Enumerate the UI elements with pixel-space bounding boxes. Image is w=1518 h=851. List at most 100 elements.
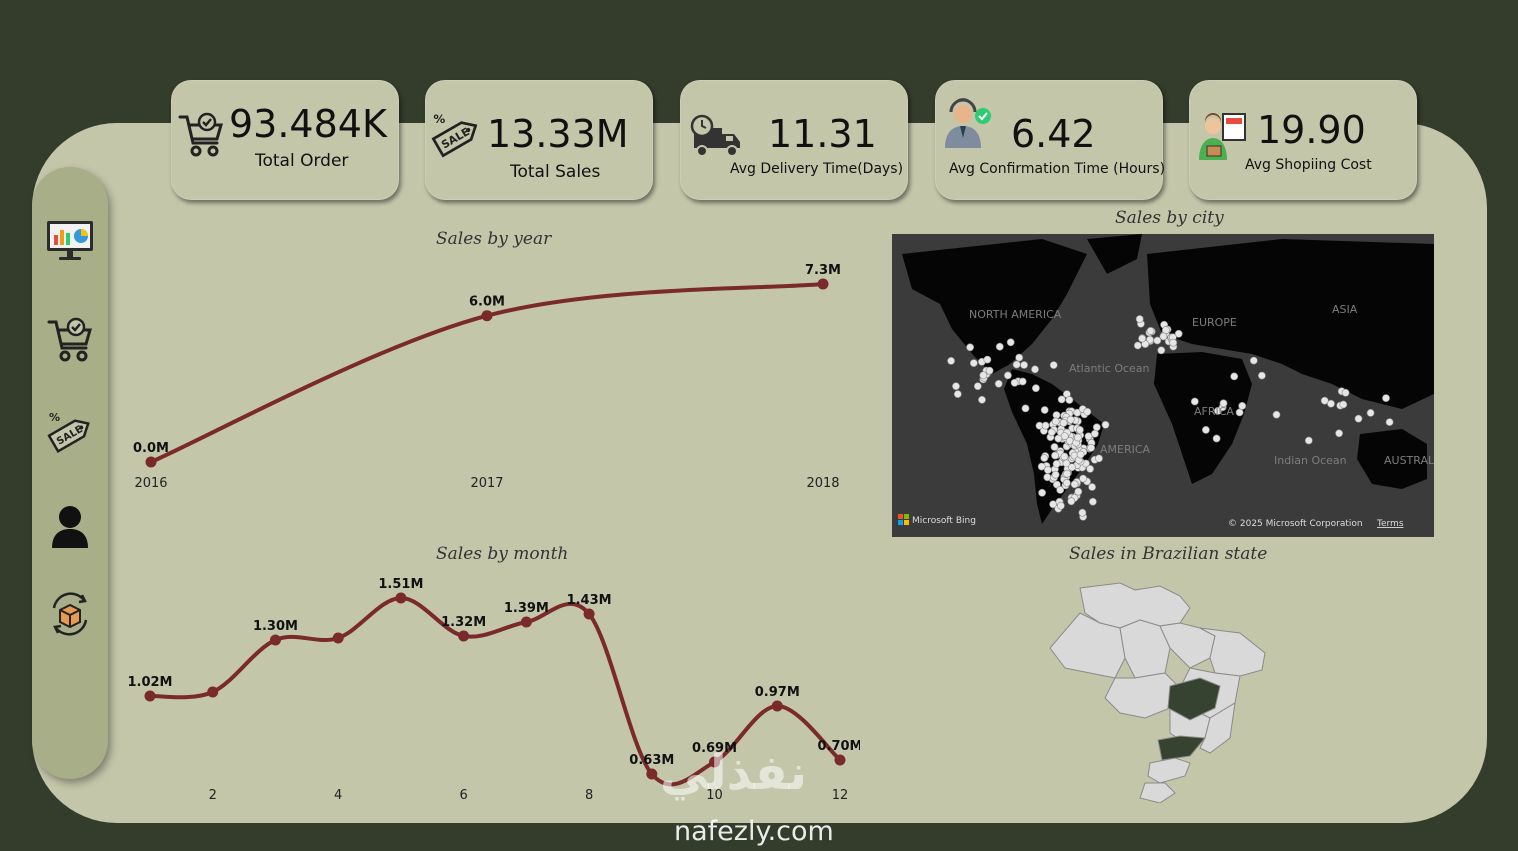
data-point[interactable] — [817, 278, 829, 290]
data-point[interactable] — [771, 700, 783, 712]
city-marker[interactable] — [1339, 400, 1348, 409]
data-point[interactable] — [144, 690, 156, 702]
sidebar-item-delivery[interactable] — [43, 588, 97, 640]
city-marker[interactable] — [1249, 356, 1258, 365]
city-marker[interactable] — [985, 366, 994, 375]
city-marker[interactable] — [1385, 418, 1394, 426]
city-marker[interactable] — [1088, 483, 1096, 491]
data-point[interactable] — [269, 634, 281, 646]
city-marker[interactable] — [1063, 469, 1071, 478]
city-marker[interactable] — [1212, 434, 1221, 443]
city-marker[interactable] — [1059, 418, 1068, 427]
city-marker[interactable] — [1087, 443, 1095, 452]
city-marker[interactable] — [1041, 421, 1050, 430]
city-marker[interactable] — [1040, 406, 1049, 414]
city-marker[interactable] — [1078, 508, 1087, 517]
city-marker[interactable] — [1086, 464, 1094, 473]
city-marker[interactable] — [1153, 336, 1162, 345]
city-marker[interactable] — [1060, 432, 1069, 440]
city-marker[interactable] — [1382, 394, 1390, 402]
city-marker[interactable] — [1031, 384, 1040, 393]
city-marker[interactable] — [1230, 372, 1239, 381]
city-marker[interactable] — [1062, 478, 1071, 487]
city-marker[interactable] — [1049, 361, 1058, 370]
city-marker[interactable] — [1169, 338, 1178, 347]
city-marker[interactable] — [1068, 463, 1076, 472]
city-marker[interactable] — [1272, 410, 1281, 419]
city-marker[interactable] — [1135, 315, 1144, 323]
city-marker[interactable] — [1327, 399, 1335, 408]
city-marker[interactable] — [1138, 334, 1146, 343]
city-marker[interactable] — [1031, 365, 1039, 374]
city-marker[interactable] — [978, 395, 986, 404]
city-marker[interactable] — [979, 371, 988, 380]
city-marker[interactable] — [1020, 361, 1028, 369]
city-marker[interactable] — [1235, 408, 1244, 417]
city-marker[interactable] — [1304, 436, 1313, 445]
city-marker[interactable] — [1065, 396, 1074, 404]
city-marker[interactable] — [1067, 497, 1076, 506]
city-marker[interactable] — [1051, 417, 1060, 426]
sidebar-item-sales[interactable]: SALE % — [43, 408, 97, 460]
data-point[interactable] — [520, 616, 532, 628]
data-point[interactable] — [332, 632, 344, 644]
data-point[interactable] — [207, 686, 219, 698]
city-marker[interactable] — [1088, 497, 1097, 506]
city-marker[interactable] — [1047, 428, 1056, 437]
city-marker[interactable] — [1066, 415, 1075, 424]
city-marker[interactable] — [1021, 404, 1030, 413]
city-marker[interactable] — [995, 342, 1004, 351]
city-marker[interactable] — [1083, 407, 1092, 416]
state-region-rio-grande-do-sul[interactable] — [1139, 782, 1176, 803]
city-marker[interactable] — [1051, 451, 1059, 460]
city-marker[interactable] — [1010, 378, 1019, 387]
city-marker[interactable] — [1043, 473, 1052, 482]
city-marker[interactable] — [1040, 454, 1049, 462]
city-marker[interactable] — [1015, 353, 1024, 362]
city-marker[interactable] — [969, 359, 978, 368]
city-marker[interactable] — [994, 379, 1003, 388]
sales-by-state-map[interactable] — [1040, 578, 1280, 803]
city-marker[interactable] — [1076, 450, 1085, 459]
city-marker[interactable] — [1038, 488, 1046, 497]
city-marker[interactable] — [1366, 408, 1375, 417]
city-marker[interactable] — [1133, 341, 1142, 350]
city-marker[interactable] — [973, 382, 982, 391]
city-marker[interactable] — [1075, 425, 1084, 434]
state-highlight-sao-paulo[interactable] — [1157, 735, 1207, 761]
city-marker[interactable] — [1050, 443, 1059, 451]
data-point[interactable] — [145, 456, 157, 468]
city-marker[interactable] — [1012, 360, 1021, 369]
city-marker[interactable] — [1018, 377, 1027, 386]
city-marker[interactable] — [953, 390, 962, 398]
map-terms-link[interactable]: Terms — [1376, 519, 1404, 529]
city-marker[interactable] — [952, 382, 960, 391]
city-marker[interactable] — [1092, 423, 1101, 432]
city-marker[interactable] — [1201, 425, 1210, 434]
data-point[interactable] — [646, 768, 658, 780]
city-marker[interactable] — [1056, 485, 1065, 494]
data-point[interactable] — [834, 754, 846, 766]
city-marker[interactable] — [1090, 429, 1099, 438]
sales-by-city-map[interactable]: NORTH AMERICA EUROPE ASIA Atlantic Ocean… — [892, 234, 1434, 537]
city-marker[interactable] — [1079, 474, 1087, 483]
data-point[interactable] — [458, 630, 470, 642]
city-marker[interactable] — [1051, 470, 1060, 479]
city-marker[interactable] — [1335, 429, 1343, 438]
city-marker[interactable] — [1073, 433, 1082, 442]
city-marker[interactable] — [1056, 501, 1065, 510]
data-point[interactable] — [395, 592, 407, 604]
city-marker[interactable] — [983, 355, 992, 364]
city-marker[interactable] — [1006, 338, 1015, 347]
sidebar-item-dashboard[interactable] — [43, 215, 97, 267]
state-region-santa-catarina[interactable] — [1147, 757, 1191, 784]
city-marker[interactable] — [1146, 327, 1155, 335]
city-marker[interactable] — [1070, 480, 1079, 489]
sidebar-item-customers[interactable] — [43, 500, 97, 552]
city-marker[interactable] — [1074, 487, 1083, 496]
city-marker[interactable] — [1238, 401, 1247, 410]
data-point[interactable] — [481, 310, 493, 322]
city-marker[interactable] — [1004, 371, 1012, 380]
data-point[interactable] — [583, 608, 595, 620]
city-marker[interactable] — [1060, 452, 1069, 461]
